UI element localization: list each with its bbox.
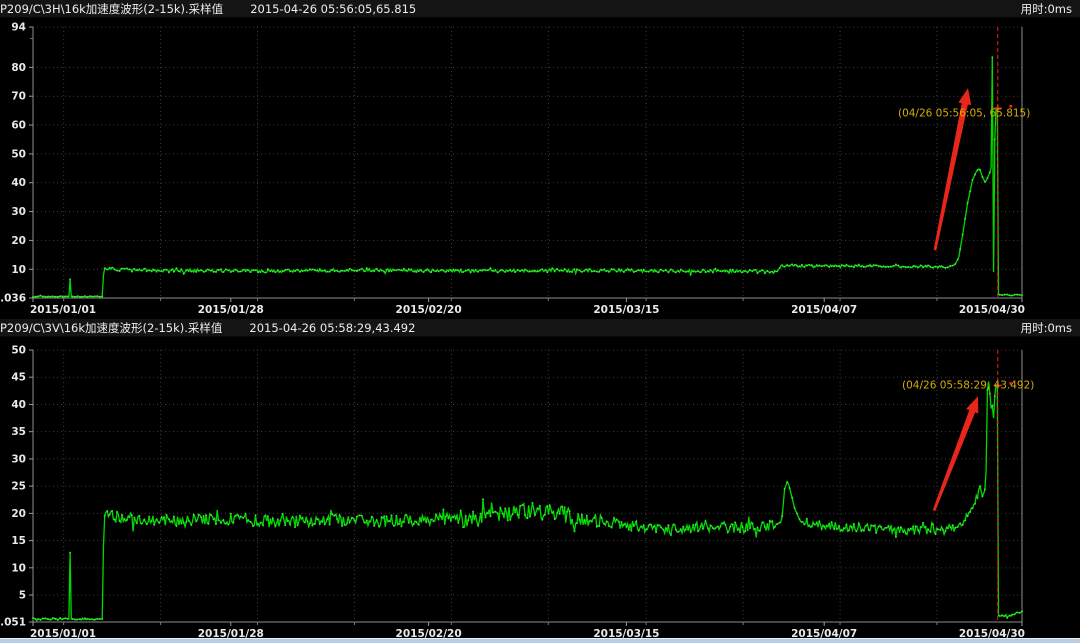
svg-text:2015/01/28: 2015/01/28 xyxy=(198,304,264,316)
trend-series xyxy=(32,56,1023,298)
cursor-value-callout: (04/26 05:58:29, 43.492) xyxy=(902,379,1034,391)
trend-plot[interactable]: 9480706050403020100.0362015/01/012015/01… xyxy=(0,18,1080,319)
svg-text:10: 10 xyxy=(11,264,26,276)
svg-text:2015/01/01: 2015/01/01 xyxy=(30,628,96,638)
y-axis-labels: 94 80 70 60 50 40 30 20 10 0.036 xyxy=(0,22,26,305)
svg-text:30: 30 xyxy=(11,206,26,218)
cursor-value-callout: (04/26 05:56:05, 65.815) xyxy=(898,107,1030,119)
chart-header-3h: P209/C\3H\16k加速度波形(2-15k).采样值 2015-04-26… xyxy=(0,0,1080,18)
gridlines xyxy=(33,350,1022,622)
svg-text:2015/04/07: 2015/04/07 xyxy=(791,628,857,638)
svg-text:5: 5 xyxy=(19,590,26,602)
svg-text:50: 50 xyxy=(11,345,26,357)
window-bottom-edge xyxy=(0,638,1080,643)
y-axis-labels: 50 45 40 35 30 25 20 15 10 5 0.051 xyxy=(0,345,26,629)
plot-region-3h[interactable]: 9480706050403020100.0362015/01/012015/01… xyxy=(0,18,1080,319)
svg-text:30: 30 xyxy=(11,453,26,465)
x-axis-labels: 2015/01/01 2015/01/28 2015/02/20 2015/03/15… xyxy=(30,628,1025,638)
plot-border xyxy=(29,27,1022,302)
trend-series xyxy=(32,382,1023,621)
chart-title: P209/C\3H\16k加速度波形(2-15k).采样值 xyxy=(0,1,223,17)
svg-text:25: 25 xyxy=(11,481,26,493)
x-axis-labels: 2015/01/01 2015/01/28 2015/02/20 2015/03/15… xyxy=(30,304,1025,316)
svg-text:80: 80 xyxy=(11,62,26,74)
trend-plot[interactable]: 50454035302520151050.0512015/01/012015/0… xyxy=(0,337,1080,638)
svg-text:2015/03/15: 2015/03/15 xyxy=(593,628,659,638)
elapsed-time: 用时:0ms xyxy=(1021,1,1072,17)
svg-text:10: 10 xyxy=(11,562,26,574)
spike-annotation-arrow xyxy=(933,396,979,511)
cursor-readout: 2015-04-26 05:58:29,43.492 xyxy=(249,321,415,335)
svg-text:35: 35 xyxy=(11,426,26,438)
svg-text:0.036: 0.036 xyxy=(0,293,26,305)
svg-text:20: 20 xyxy=(11,235,26,247)
chart-header-3v: P209/C\3V\16k加速度波形(2-15k).采样值 2015-04-26… xyxy=(0,319,1080,337)
svg-text:15: 15 xyxy=(11,535,26,547)
svg-text:2015/02/20: 2015/02/20 xyxy=(396,304,462,316)
svg-text:40: 40 xyxy=(11,399,26,411)
svg-text:2015/04/30: 2015/04/30 xyxy=(959,304,1025,316)
svg-text:40: 40 xyxy=(11,177,26,189)
elapsed-time: 用时:0ms xyxy=(1021,320,1072,336)
svg-text:2015/04/30: 2015/04/30 xyxy=(959,628,1025,638)
svg-text:94: 94 xyxy=(11,22,26,34)
plot-region-3v[interactable]: 50454035302520151050.0512015/01/012015/0… xyxy=(0,337,1080,638)
plot-border xyxy=(29,350,1022,626)
svg-text:0.051: 0.051 xyxy=(0,617,26,629)
cursor-readout: 2015-04-26 05:56:05,65.815 xyxy=(250,2,416,16)
svg-text:50: 50 xyxy=(11,148,26,160)
chart-title: P209/C\3V\16k加速度波形(2-15k).采样值 xyxy=(0,320,222,336)
svg-text:2015/01/01: 2015/01/01 xyxy=(30,304,96,316)
svg-text:2015/02/20: 2015/02/20 xyxy=(396,628,462,638)
svg-text:60: 60 xyxy=(11,120,26,132)
chart-panel-3v: P209/C\3V\16k加速度波形(2-15k).采样值 2015-04-26… xyxy=(0,319,1080,638)
svg-text:2015/03/15: 2015/03/15 xyxy=(593,304,659,316)
svg-text:2015/01/28: 2015/01/28 xyxy=(198,628,264,638)
svg-text:45: 45 xyxy=(11,372,26,384)
svg-text:20: 20 xyxy=(11,508,26,520)
chart-panel-3h: P209/C\3H\16k加速度波形(2-15k).采样值 2015-04-26… xyxy=(0,0,1080,319)
svg-text:2015/04/07: 2015/04/07 xyxy=(791,304,857,316)
gridlines xyxy=(33,27,1022,298)
svg-text:70: 70 xyxy=(11,91,26,103)
